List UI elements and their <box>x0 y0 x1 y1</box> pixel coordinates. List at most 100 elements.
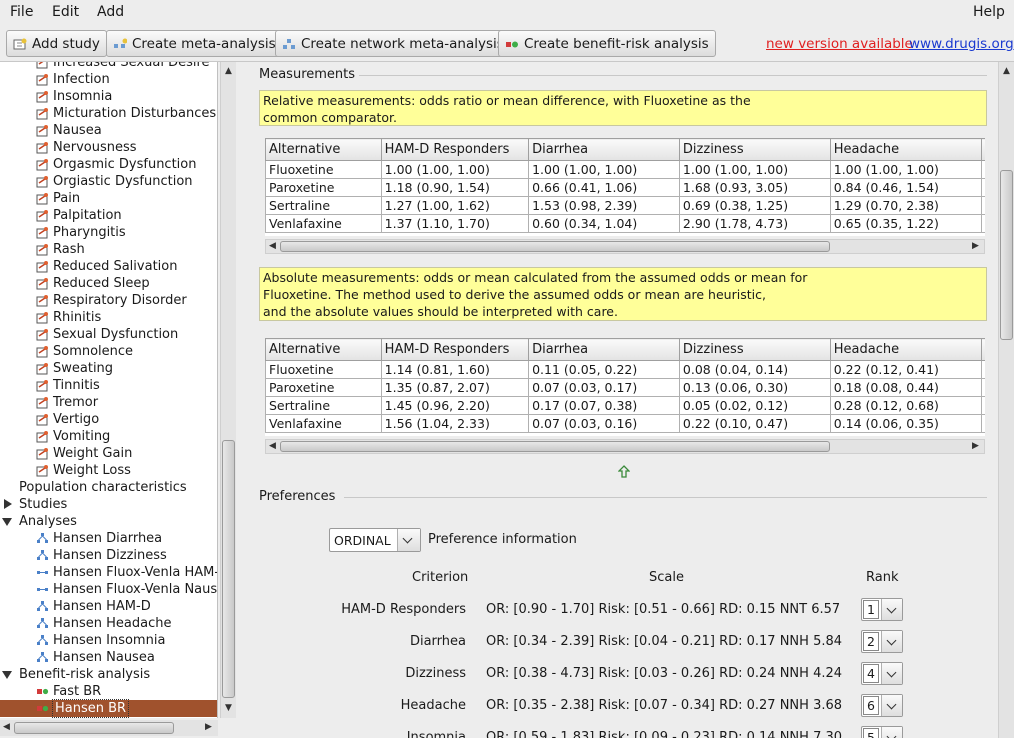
relative-hscroll-thumb[interactable] <box>280 241 830 252</box>
collapse-arrow-icon[interactable] <box>617 465 631 479</box>
tree-item-adverse-event[interactable]: Sexual Dysfunction <box>0 326 217 343</box>
main-vertical-scrollbar[interactable]: ▲ <box>998 62 1014 738</box>
tree-item-analysis[interactable]: Hansen Diarrhea <box>0 530 217 547</box>
tree-item-adverse-event[interactable]: Vertigo <box>0 411 217 428</box>
tree-item-adverse-event[interactable]: Insomnia <box>0 88 217 105</box>
tree-item-partial[interactable]: Increased Sexual Desire <box>0 62 217 71</box>
menu-file[interactable]: File <box>10 4 33 20</box>
scroll-left-icon[interactable]: ◀ <box>269 441 276 451</box>
rank-select[interactable]: 4 <box>861 662 903 685</box>
column-header[interactable]: Insomnia <box>980 138 985 161</box>
tree-item-adverse-event[interactable]: Respiratory Disorder <box>0 292 217 309</box>
column-header[interactable]: Headache <box>829 338 982 361</box>
table-row[interactable]: Sertraline 1.45 (0.96, 2.20) 0.17 (0.07, 0… <box>265 396 985 415</box>
tree-item-analysis[interactable]: Hansen Insomnia <box>0 632 217 649</box>
tree-item-adverse-event[interactable]: Palpitation <box>0 207 217 224</box>
tree-item-analysis[interactable]: Hansen HAM-D <box>0 598 217 615</box>
scroll-down-icon[interactable]: ▼ <box>225 703 232 713</box>
rank-select[interactable]: 1 <box>861 598 903 621</box>
tree-horizontal-scrollbar[interactable]: ◀ ▶ <box>0 720 218 736</box>
tree-item-adverse-event[interactable]: Weight Loss <box>0 462 217 479</box>
tree-item-analysis[interactable]: Hansen Dizziness <box>0 547 217 564</box>
tree-item-adverse-event[interactable]: Reduced Salivation <box>0 258 217 275</box>
tree-item-adverse-event[interactable]: Orgasmic Dysfunction <box>0 156 217 173</box>
absolute-table-hscroll[interactable]: ◀ ▶ <box>265 439 985 454</box>
rank-select[interactable]: 2 <box>861 630 903 653</box>
scroll-right-icon[interactable]: ▶ <box>205 722 212 732</box>
create-meta-analysis-button[interactable]: Create meta-analysis <box>106 30 283 57</box>
tree-item-population-characteristics[interactable]: Population characteristics <box>0 479 217 496</box>
column-header[interactable]: Diarrhea <box>528 138 680 161</box>
tree-item-adverse-event[interactable]: Rash <box>0 241 217 258</box>
chevron-down-icon[interactable] <box>881 599 902 620</box>
menu-help[interactable]: Help <box>973 4 1005 20</box>
table-row[interactable]: Fluoxetine 1.14 (0.81, 1.60) 0.11 (0.05, 0… <box>265 360 985 379</box>
scroll-right-icon[interactable]: ▶ <box>972 241 979 251</box>
column-header[interactable]: Dizziness <box>678 338 831 361</box>
create-network-meta-analysis-button[interactable]: Create network meta-analysis <box>275 30 511 57</box>
tree-item-adverse-event[interactable]: Sweating <box>0 360 217 377</box>
tree-item-adverse-event[interactable]: Nausea <box>0 122 217 139</box>
column-header[interactable]: Diarrhea <box>528 338 680 361</box>
column-header[interactable]: Dizziness <box>678 138 831 161</box>
add-study-button[interactable]: Add study <box>6 30 107 57</box>
tree-item-analysis[interactable]: Hansen Fluox-Venla HAM-D <box>0 564 217 581</box>
table-row[interactable]: Paroxetine 1.35 (0.87, 2.07) 0.07 (0.03, 0… <box>265 378 985 397</box>
tree-item-analyses[interactable]: Analyses <box>0 513 217 530</box>
tree-item-adverse-event[interactable]: Rhinitis <box>0 309 217 326</box>
tree-item-analysis[interactable]: Hansen Nausea <box>0 649 217 666</box>
tree-item-br[interactable]: Hansen BR <box>0 699 217 718</box>
tree-item-adverse-event[interactable]: Micturation Disturbances <box>0 105 217 122</box>
tree-item-adverse-event[interactable]: Nervousness <box>0 139 217 156</box>
website-link[interactable]: www.drugis.org <box>909 36 1014 52</box>
chevron-down-icon[interactable] <box>397 529 420 551</box>
chevron-down-icon[interactable] <box>881 663 902 684</box>
tree-item-analysis[interactable]: Hansen Headache <box>0 615 217 632</box>
expanded-arrow-icon[interactable] <box>2 518 12 526</box>
panel-splitter[interactable] <box>238 62 246 738</box>
absolute-hscroll-thumb[interactable] <box>280 441 830 452</box>
table-row[interactable]: Sertraline 1.27 (1.00, 1.62) 1.53 (0.98, 2… <box>265 196 985 215</box>
tree-item-adverse-event[interactable]: Vomiting <box>0 428 217 445</box>
rank-select[interactable]: 5 <box>861 726 903 738</box>
tree-item-adverse-event[interactable]: Somnolence <box>0 343 217 360</box>
tree-horizontal-scroll-thumb[interactable] <box>14 722 174 734</box>
column-header[interactable]: Insomnia <box>980 338 985 361</box>
tree-item-adverse-event[interactable]: Orgiastic Dysfunction <box>0 173 217 190</box>
tree-item-adverse-event[interactable]: Pain <box>0 190 217 207</box>
column-header[interactable]: HAM-D Responders <box>380 338 530 361</box>
relative-table-hscroll[interactable]: ◀ ▶ <box>265 239 985 254</box>
main-vertical-scroll-thumb[interactable] <box>1000 170 1013 340</box>
column-header[interactable]: Alternative <box>265 138 382 161</box>
menu-add[interactable]: Add <box>97 4 124 20</box>
table-row[interactable]: Paroxetine 1.18 (0.90, 1.54) 0.66 (0.41, 1… <box>265 178 985 197</box>
tree-item-adverse-event[interactable]: Reduced Sleep <box>0 275 217 292</box>
column-header[interactable]: Headache <box>829 138 982 161</box>
chevron-down-icon[interactable] <box>881 631 902 652</box>
menu-edit[interactable]: Edit <box>52 4 79 20</box>
tree-item-adverse-event[interactable]: Pharyngitis <box>0 224 217 241</box>
tree-item-adverse-event[interactable]: Infection <box>0 71 217 88</box>
table-row[interactable]: Fluoxetine 1.00 (1.00, 1.00) 1.00 (1.00, 1… <box>265 160 985 179</box>
new-version-link[interactable]: new version available <box>766 36 913 52</box>
tree-item-studies[interactable]: Studies <box>0 496 217 513</box>
tree-item-adverse-event[interactable]: Weight Gain <box>0 445 217 462</box>
rank-select[interactable]: 6 <box>861 694 903 717</box>
tree-vertical-scrollbar[interactable]: ▲ ▼ <box>220 62 236 718</box>
tree-item-benefit-risk-analysis[interactable]: Benefit-risk analysis <box>0 666 217 683</box>
collapsed-arrow-icon[interactable] <box>4 499 12 509</box>
column-header[interactable]: HAM-D Responders <box>380 138 530 161</box>
scroll-left-icon[interactable]: ◀ <box>269 241 276 251</box>
tree-vertical-scroll-thumb[interactable] <box>222 440 235 698</box>
tree-item-adverse-event[interactable]: Tremor <box>0 394 217 411</box>
scroll-right-icon[interactable]: ▶ <box>972 441 979 451</box>
tree-item-br[interactable]: Fast BR <box>0 683 217 700</box>
expanded-arrow-icon[interactable] <box>2 671 12 679</box>
table-row[interactable]: Venlafaxine 1.56 (1.04, 2.33) 0.07 (0.03, … <box>265 414 985 433</box>
preference-mode-select[interactable]: ORDINAL <box>329 528 421 552</box>
tree-item-analysis[interactable]: Hansen Fluox-Venla Nausea <box>0 581 217 598</box>
create-benefit-risk-button[interactable]: Create benefit-risk analysis <box>498 30 716 57</box>
chevron-down-icon[interactable] <box>881 695 902 716</box>
scroll-left-icon[interactable]: ◀ <box>3 722 10 732</box>
scroll-up-icon[interactable]: ▲ <box>1003 66 1010 76</box>
